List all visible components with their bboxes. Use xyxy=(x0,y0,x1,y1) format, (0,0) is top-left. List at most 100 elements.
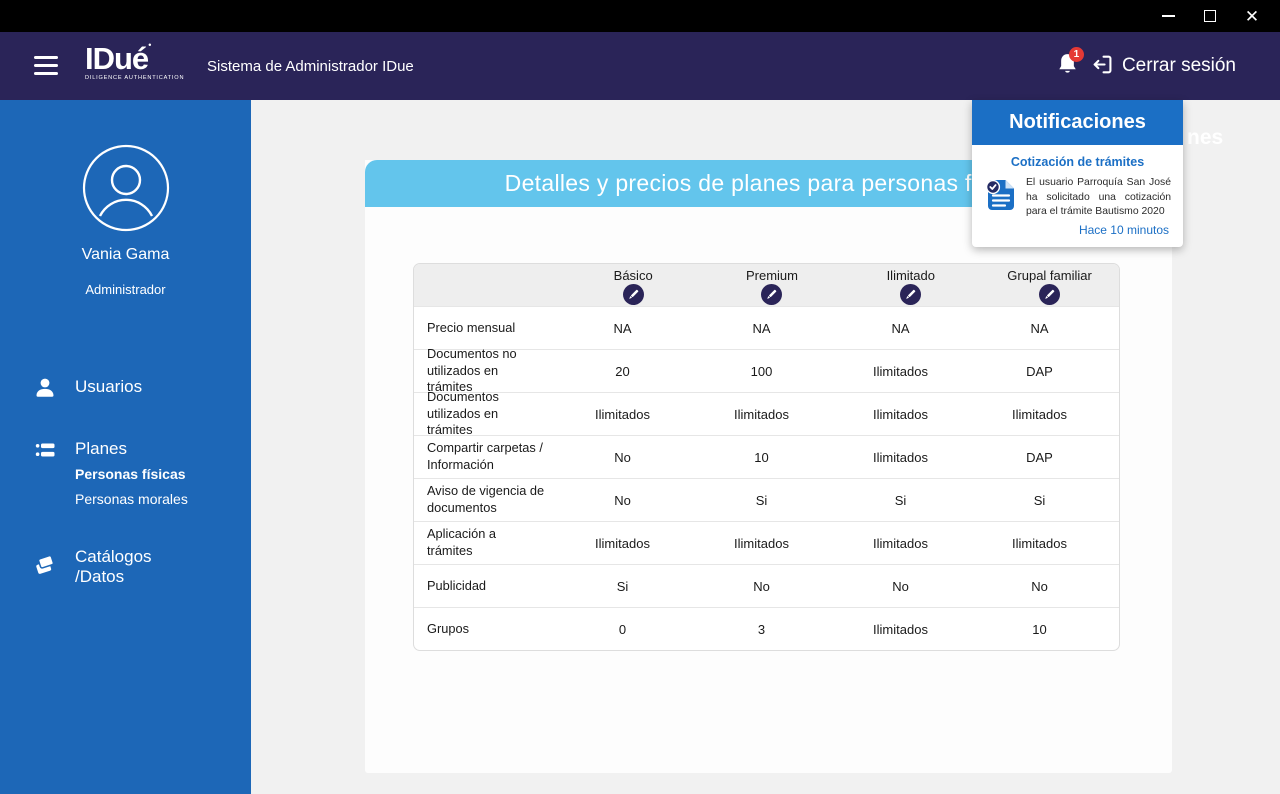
avatar xyxy=(82,144,170,237)
notification-item-body: El usuario Parroquía San José ha solicit… xyxy=(1026,177,1171,218)
cell-value: Ilimitados xyxy=(873,621,928,637)
pencil-icon xyxy=(900,283,922,308)
background-artifact-text: nes xyxy=(1187,126,1224,149)
plans-card: Detalles y precios de planes para person… xyxy=(365,160,1172,773)
edit-plan-ilimitado-button[interactable] xyxy=(900,283,922,308)
table-row-aviso-de-vigencia-de-documentos: Aviso de vigencia de documentos No Si Si Si xyxy=(414,478,1119,521)
row-label: Documentos utilizados en trámites xyxy=(427,389,499,438)
edit-plan-premium-button[interactable] xyxy=(761,283,783,308)
cell-value: DAP xyxy=(1026,449,1053,465)
maximize-icon xyxy=(1204,10,1216,22)
sidebar-subitem-personas-fisicas[interactable]: Personas físicas xyxy=(75,466,186,482)
cell-value: 0 xyxy=(618,621,627,637)
row-label: Precio mensual xyxy=(427,319,516,335)
cell-value: DAP xyxy=(1026,363,1053,379)
pencil-icon xyxy=(622,283,644,308)
sidebar-subitem-personas-morales[interactable]: Personas morales xyxy=(75,491,188,507)
cell-value: 100 xyxy=(750,363,773,379)
catalog-stack-icon xyxy=(33,553,57,577)
logout-button[interactable]: Cerrar sesión xyxy=(1090,52,1236,80)
app-header: IDué• DILIGENCE AUTHENTICATION Sistema d… xyxy=(0,32,1280,100)
table-row-grupos: Grupos 0 3 Ilimitados 10 xyxy=(414,607,1119,650)
column-label: Premium xyxy=(745,267,798,283)
window-titlebar: ✕ xyxy=(0,0,1280,32)
table-row-compartir-carpetas-informacion: Compartir carpetas / Información No 10 Ilim… xyxy=(414,435,1119,478)
notification-badge: 1 xyxy=(1068,47,1084,62)
cell-value: Si xyxy=(616,578,629,594)
notification-item-title: Cotización de trámites xyxy=(1010,155,1145,169)
notifications-bell-button[interactable]: 1 xyxy=(1055,47,1084,80)
sidebar-item-label: Catálogos /Datos xyxy=(75,547,152,586)
main-content: nes Detalles y precios de planes para pe… xyxy=(251,100,1280,794)
logo-subtext: DILIGENCE AUTHENTICATION xyxy=(85,75,185,81)
plans-list-icon xyxy=(33,438,57,462)
table-row-precio-mensual: Precio mensual NA NA NA NA xyxy=(414,306,1119,349)
cell-value: No xyxy=(614,449,631,465)
plans-table: Básico Premium Ilimitado Grupal familiar Pr… xyxy=(413,263,1120,651)
sidebar-item-catalogos-datos[interactable]: Catálogos /Datos xyxy=(0,546,251,590)
plans-table-head: Básico Premium Ilimitado Grupal familiar xyxy=(414,264,1119,306)
idue-logo: IDué• DILIGENCE AUTHENTICATION xyxy=(85,40,185,82)
app-title: Sistema de Administrador IDue xyxy=(207,57,414,75)
cell-value: No xyxy=(892,578,909,594)
minimize-button[interactable] xyxy=(1160,8,1176,24)
logout-icon xyxy=(1090,52,1115,80)
cell-value: 10 xyxy=(754,449,769,465)
minimize-icon xyxy=(1161,15,1175,17)
logout-label: Cerrar sesión xyxy=(1121,55,1236,76)
cell-value: 3 xyxy=(757,621,766,637)
cell-value: NA xyxy=(613,320,632,336)
column-label: Grupal familiar xyxy=(1007,267,1092,283)
cell-value: NA xyxy=(891,320,910,336)
page-title: Detalles y precios de planes para person… xyxy=(504,170,1033,196)
sidebar-item-label: Planes xyxy=(75,439,127,458)
notification-item-time: Hace 10 minutos xyxy=(1078,222,1169,237)
cell-value: No xyxy=(753,578,770,594)
edit-plan-grupal-familiar-button[interactable] xyxy=(1039,283,1061,308)
bell-icon xyxy=(1056,54,1079,80)
cell-value: Ilimitados xyxy=(1012,535,1067,551)
close-button[interactable]: ✕ xyxy=(1244,6,1260,26)
column-label: Ilimitado xyxy=(886,267,935,283)
cell-value: No xyxy=(1031,578,1048,594)
sidebar-item-label: Usuarios xyxy=(75,377,143,396)
column-header-empty xyxy=(414,264,564,306)
notification-item[interactable]: Cotización de trámites El usuario Parroq… xyxy=(984,155,1171,237)
table-row-publicidad: Publicidad Si No No No xyxy=(414,564,1119,607)
users-icon xyxy=(33,376,57,400)
logo-text: IDué xyxy=(85,41,149,76)
sidebar-item-planes[interactable]: Planes xyxy=(0,438,251,464)
cell-value: Ilimitados xyxy=(1012,406,1067,422)
row-label: Publicidad xyxy=(427,577,487,593)
cell-value: Ilimitados xyxy=(734,535,789,551)
cell-value: Ilimitados xyxy=(873,406,928,422)
plans-table-body: Precio mensual NA NA NA NA Documentos no util… xyxy=(414,306,1119,650)
row-label: Aplicación a trámites xyxy=(427,526,497,558)
cell-value: Ilimitados xyxy=(873,535,928,551)
edit-plan-basico-button[interactable] xyxy=(622,283,644,308)
cell-value: Ilimitados xyxy=(595,535,650,551)
column-header-grupal-familiar: Grupal familiar xyxy=(980,264,1119,306)
hamburger-menu-icon[interactable] xyxy=(34,56,58,75)
maximize-button[interactable] xyxy=(1202,8,1218,24)
table-row-aplicacion-a-tramites: Aplicación a trámites Ilimitados Ilimitado… xyxy=(414,521,1119,564)
logo-mark: • xyxy=(148,40,152,50)
sidebar: Vania Gama Administrador Usuarios Planes… xyxy=(0,100,251,794)
column-label: Básico xyxy=(613,267,653,283)
row-label: Compartir carpetas / Información xyxy=(427,440,543,472)
cell-value: Ilimitados xyxy=(734,406,789,422)
user-role: Administrador xyxy=(85,282,166,297)
cell-value: Si xyxy=(1033,492,1046,508)
cell-value: NA xyxy=(752,320,771,336)
cell-value: NA xyxy=(1030,320,1049,336)
sidebar-item-usuarios[interactable]: Usuarios xyxy=(0,376,251,402)
cell-value: 10 xyxy=(1032,621,1047,637)
notifications-list: Cotización de trámites El usuario Parroq… xyxy=(972,145,1183,247)
cell-value: Ilimitados xyxy=(595,406,650,422)
pencil-icon xyxy=(1039,283,1061,308)
row-label: Grupos xyxy=(427,620,469,636)
column-header-basico: Básico xyxy=(564,264,703,306)
pencil-icon xyxy=(761,283,783,308)
close-icon: ✕ xyxy=(1244,6,1260,26)
cell-value: No xyxy=(614,492,631,508)
